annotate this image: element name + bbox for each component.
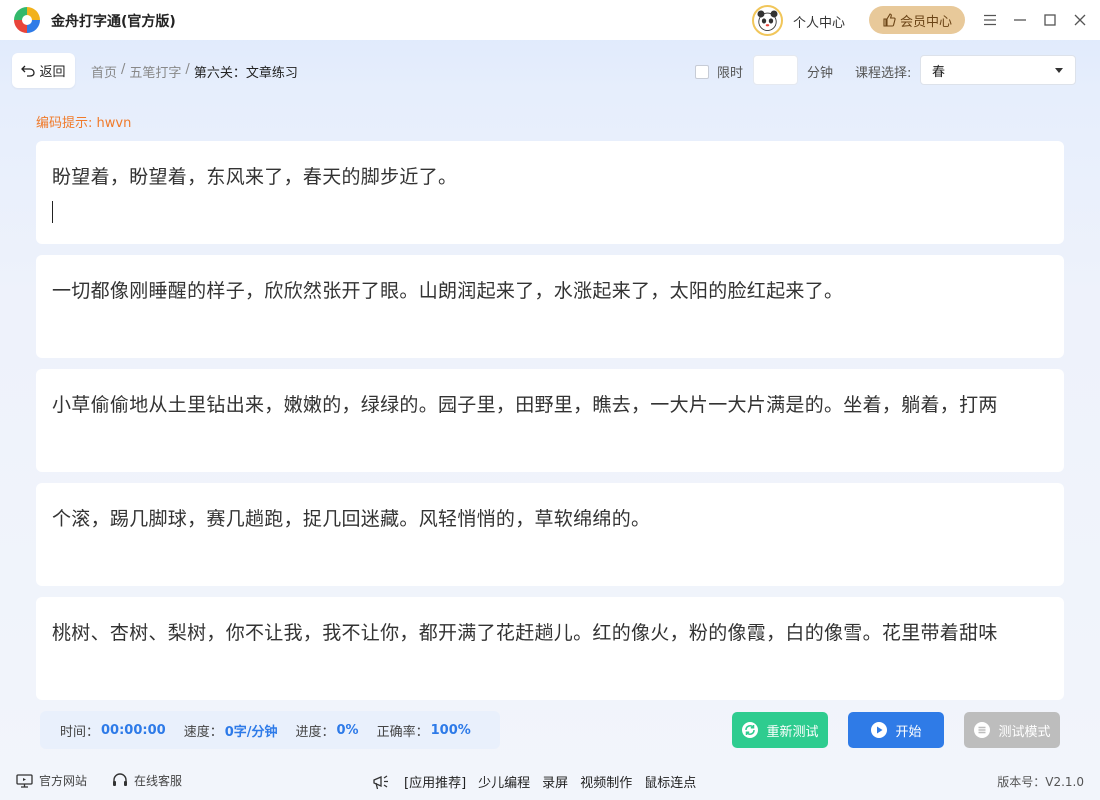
- app-recommend-bar: [应用推荐] 少儿编程 录屏 视频制作 鼠标连点: [372, 772, 696, 791]
- thumbs-up-icon: [883, 13, 896, 27]
- stat-time-label: 时间：: [60, 724, 100, 740]
- chevron-down-icon: [1055, 68, 1063, 73]
- title-bar: 金舟打字通(官方版) 个人中心 会员中心: [0, 0, 1100, 40]
- retest-button[interactable]: 重新测试: [732, 712, 828, 748]
- source-text-line: 盼望着，盼望着，东风来了，春天的脚步近了。: [52, 166, 458, 188]
- typing-input[interactable]: [52, 543, 1052, 569]
- breadcrumb-wubi[interactable]: 五笔打字: [129, 62, 181, 81]
- typing-input[interactable]: [52, 657, 1052, 683]
- megaphone-icon: [373, 774, 388, 789]
- course-selected-value: 春: [932, 64, 946, 80]
- test-mode-button[interactable]: 测试模式: [964, 712, 1060, 748]
- stat-accuracy-label: 正确率：: [376, 724, 429, 740]
- retest-label: 重新测试: [766, 724, 819, 740]
- breadcrumb-current: 第六关：文章练习: [193, 66, 298, 81]
- source-text-line: 小草偷偷地从土里钻出来，嫩嫩的，绿绿的。园子里，田野里，瞧去，一大片一大片满是的…: [52, 394, 998, 416]
- time-limit-checkbox[interactable]: [695, 64, 709, 79]
- source-text-line: 桃树、杏树、梨树，你不让我，我不让你，都开满了花赶趟儿。红的像火，粉的像霞，白的…: [52, 622, 998, 644]
- footer: 官方网站 在线客服 [应用推荐] 少儿编程 录屏 视频制作 鼠标连点 版本号：V…: [0, 760, 1100, 800]
- stats-panel: 时间： 00:00:00 速度： 0字/分钟 进度： 0% 正确率： 100%: [40, 711, 500, 749]
- breadcrumb: 首页 / 五笔打字 / 第六关：文章练习: [91, 62, 298, 81]
- stat-speed-value: 0字/分钟: [224, 724, 278, 740]
- refresh-icon: [742, 722, 759, 738]
- stat-progress-value: 0%: [336, 722, 359, 738]
- text-line-card[interactable]: 一切都像刚睡醒的样子，欣欣然张开了眼。山朗润起来了，水涨起来了，太阳的脸红起来了…: [36, 255, 1064, 358]
- play-icon: [871, 722, 888, 738]
- source-text-line: 一切都像刚睡醒的样子，欣欣然张开了眼。山朗润起来了，水涨起来了，太阳的脸红起来了…: [52, 280, 844, 302]
- app-logo-icon: [14, 7, 40, 33]
- breadcrumb-separator: /: [185, 62, 190, 77]
- version-label: 版本号：V2.1.0: [997, 775, 1084, 789]
- typing-input[interactable]: [52, 315, 1052, 341]
- back-label: 返回: [39, 65, 66, 80]
- stat-accuracy-value: 100%: [430, 722, 471, 738]
- time-limit-label: 限时: [717, 66, 744, 81]
- typing-input[interactable]: [52, 429, 1052, 455]
- stat-progress-label: 进度：: [295, 724, 335, 740]
- close-icon[interactable]: [1070, 10, 1090, 30]
- online-service-link[interactable]: 在线客服: [112, 772, 182, 789]
- vip-center-button[interactable]: 会员中心: [869, 6, 965, 34]
- text-line-card[interactable]: 桃树、杏树、梨树，你不让我，我不让你，都开满了花赶趟儿。红的像火，粉的像霞，白的…: [36, 597, 1064, 700]
- back-button[interactable]: 返回: [12, 53, 75, 88]
- start-label: 开始: [895, 724, 922, 740]
- footer-link-video-editor[interactable]: 视频制作: [580, 772, 632, 791]
- breadcrumb-separator: /: [121, 62, 126, 77]
- text-line-card[interactable]: 小草偷偷地从土里钻出来，嫩嫩的，绿绿的。园子里，田野里，瞧去，一大片一大片满是的…: [36, 369, 1064, 472]
- stat-time: 时间： 00:00:00: [60, 721, 166, 740]
- footer-link-screen-record[interactable]: 录屏: [542, 772, 568, 791]
- recommend-label: [应用推荐]: [404, 776, 467, 791]
- minimize-icon[interactable]: [1010, 10, 1030, 30]
- course-select[interactable]: 春: [920, 55, 1076, 85]
- test-mode-label: 测试模式: [998, 724, 1051, 740]
- footer-link-auto-clicker[interactable]: 鼠标连点: [644, 772, 696, 791]
- official-site-label: 官方网站: [39, 774, 88, 788]
- typing-input[interactable]: [52, 201, 1052, 227]
- stat-speed-label: 速度：: [183, 724, 223, 740]
- official-site-link[interactable]: 官方网站: [16, 772, 87, 789]
- maximize-icon[interactable]: [1040, 10, 1060, 30]
- code-hint: 编码提示: hwvn: [36, 116, 132, 131]
- vip-center-label: 会员中心: [899, 14, 952, 30]
- stat-progress: 进度： 0%: [296, 721, 359, 740]
- minutes-input[interactable]: [753, 55, 798, 85]
- footer-link-kids-coding[interactable]: 少儿编程: [478, 772, 530, 791]
- headset-icon: [113, 773, 127, 786]
- app-title: 金舟打字通(官方版): [51, 14, 176, 30]
- panda-avatar-icon: [757, 10, 778, 31]
- avatar[interactable]: [752, 5, 783, 36]
- monitor-icon: [16, 773, 33, 788]
- menu-icon[interactable]: [980, 10, 1000, 30]
- course-label: 课程选择:: [855, 66, 912, 81]
- stat-time-value: 00:00:00: [101, 722, 166, 738]
- list-icon: [974, 722, 991, 738]
- personal-center-link[interactable]: 个人中心: [793, 12, 845, 31]
- time-limit-toggle[interactable]: 限时: [695, 62, 743, 81]
- text-line-card[interactable]: 盼望着，盼望着，东风来了，春天的脚步近了。: [36, 141, 1064, 244]
- back-arrow-icon: [21, 65, 36, 77]
- text-line-card[interactable]: 个滚，踢几脚球，赛几趟跑，捉几回迷藏。风轻悄悄的，草软绵绵的。: [36, 483, 1064, 586]
- stat-speed: 速度： 0字/分钟: [184, 721, 278, 740]
- source-text-line: 个滚，踢几脚球，赛几趟跑，捉几回迷藏。风轻悄悄的，草软绵绵的。: [52, 508, 651, 530]
- breadcrumb-home[interactable]: 首页: [91, 62, 117, 81]
- minutes-unit-label: 分钟: [807, 66, 834, 81]
- text-caret: [52, 201, 53, 223]
- stat-accuracy: 正确率： 100%: [377, 721, 471, 740]
- online-service-label: 在线客服: [134, 774, 183, 788]
- start-button[interactable]: 开始: [848, 712, 944, 748]
